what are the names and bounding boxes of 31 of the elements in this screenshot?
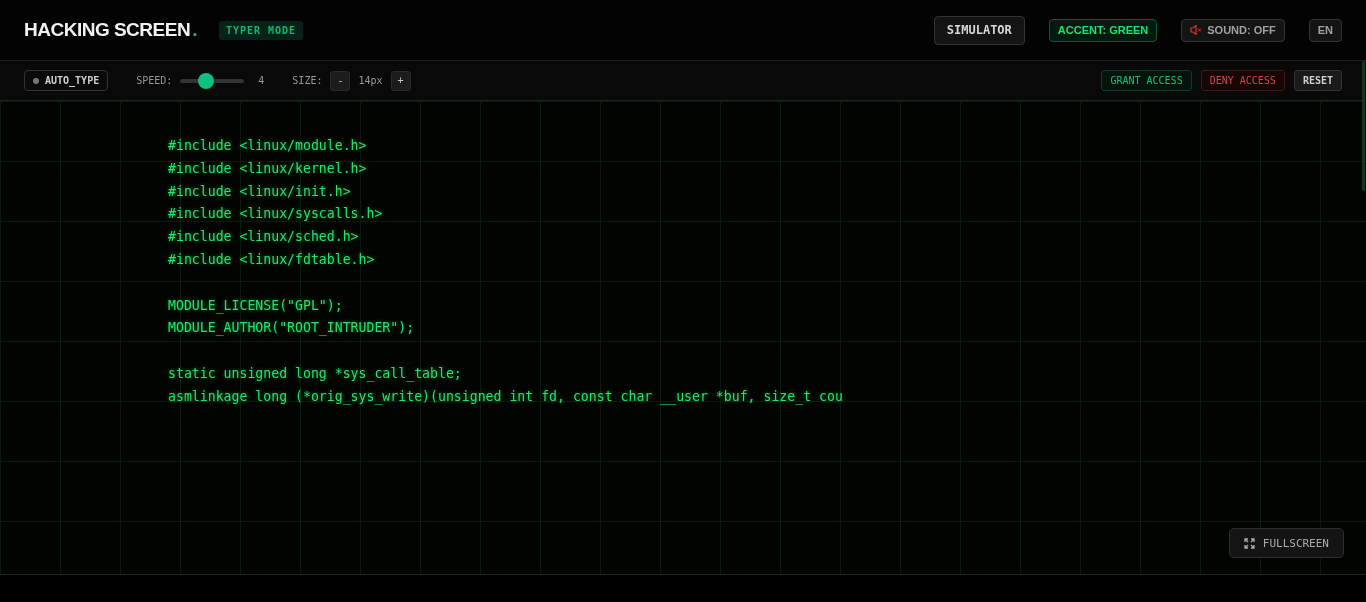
muted-speaker-icon: [1190, 25, 1203, 35]
decrease-size-button[interactable]: -: [330, 70, 351, 91]
code-line: #include <linux/module.h>: [168, 137, 368, 155]
sound-toggle[interactable]: SOUND: OFF: [1181, 18, 1285, 42]
code-line: asmlinkage long (*orig_sys_write)(unsigned int fd, const char __user *buf, size_t cou: [168, 387, 844, 407]
scrollbar[interactable]: [1362, 61, 1365, 191]
code-line: #include <linux/syscalls.h>: [168, 205, 384, 224]
language-button[interactable]: EN: [1308, 18, 1342, 42]
code-line: #include <linux/init.h>: [168, 182, 352, 201]
speed-label: SPEED:: [136, 75, 173, 86]
auto-type-toggle[interactable]: AUTO_TYPE: [24, 70, 109, 91]
reset-button[interactable]: RESET: [1293, 70, 1342, 91]
code-line: #include <linux/kernel.h>: [168, 159, 368, 178]
speed-slider-thumb[interactable]: [197, 72, 214, 89]
increase-size-button[interactable]: +: [390, 70, 411, 91]
grant-access-button[interactable]: GRANT ACCESS: [1101, 70, 1192, 91]
size-value: 14px: [358, 75, 383, 86]
app-title: HACKING SCREEN.: [24, 19, 197, 41]
expand-icon: [1243, 537, 1255, 549]
fullscreen-button[interactable]: FULLSCREEN: [1228, 528, 1344, 558]
mode-badge: TYPER MODE: [218, 20, 304, 40]
mode-button[interactable]: SIMULATOR: [933, 15, 1025, 45]
code-line: #include <linux/fdtable.h>: [168, 251, 376, 269]
code-line: #include <linux/sched.h>: [168, 228, 360, 247]
speed-value: 4: [258, 75, 265, 86]
accent-button[interactable]: ACCENT: GREEN: [1048, 18, 1158, 42]
size-label: SIZE:: [292, 75, 323, 86]
code-line: static unsigned long *sys_call_table;: [168, 364, 463, 384]
code-line: MODULE_AUTHOR("ROOT_INTRUDER");: [168, 319, 416, 338]
code-line: MODULE_LICENSE("GPL");: [168, 296, 344, 316]
deny-access-button[interactable]: DENY ACCESS: [1200, 70, 1285, 91]
